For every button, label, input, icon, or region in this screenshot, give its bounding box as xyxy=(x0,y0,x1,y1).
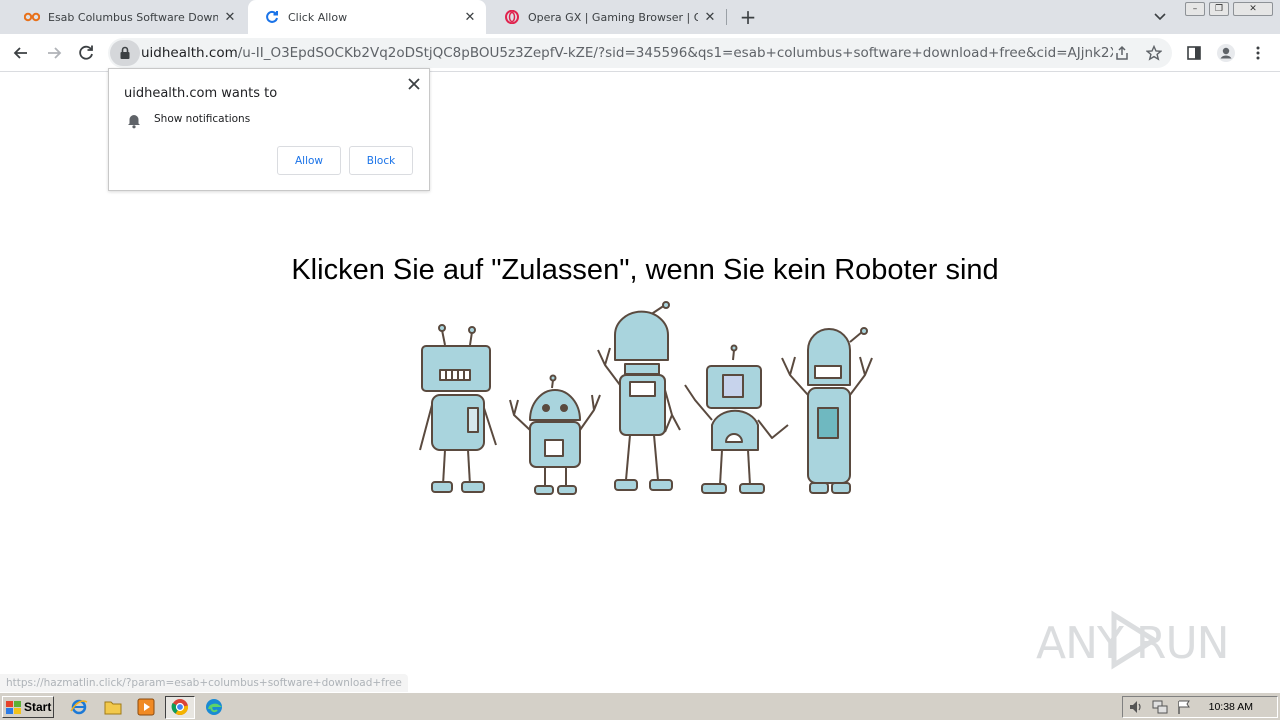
tab-esab-columbus[interactable]: Esab Columbus Software Download F ✕ xyxy=(8,0,246,34)
windows-flag-icon xyxy=(6,700,21,714)
taskbar-clock: 10:38 AM xyxy=(1208,701,1253,713)
more-menu-icon[interactable] xyxy=(1245,40,1271,66)
chrome-icon[interactable] xyxy=(171,698,189,716)
start-label: Start xyxy=(24,700,52,714)
forward-arrow-icon xyxy=(48,47,62,59)
tab-title: Esab Columbus Software Download F xyxy=(48,10,218,24)
volume-icon[interactable] xyxy=(1127,698,1145,716)
browser-toolbar: uidhealth.com/u-II_O3EpdSOCKb2Vq2oDStjQC… xyxy=(0,34,1280,72)
forward-button[interactable] xyxy=(41,40,67,66)
allow-button[interactable]: Allow xyxy=(277,146,341,175)
robot-2 xyxy=(509,374,601,495)
start-button[interactable]: Start xyxy=(2,696,54,718)
robot-3 xyxy=(597,301,681,491)
robot-1 xyxy=(419,324,497,493)
close-window-button[interactable]: ✕ xyxy=(1233,2,1273,16)
restore-window-button[interactable]: ❐ xyxy=(1209,2,1229,16)
network-icon[interactable] xyxy=(1151,698,1169,716)
tab-search-chevron-icon[interactable] xyxy=(1150,8,1170,26)
glasses-favicon-icon xyxy=(24,9,40,25)
tab-opera-gx[interactable]: Opera GX | Gaming Browser | Opera ✕ xyxy=(488,0,726,34)
tab-separator xyxy=(726,9,727,25)
media-player-icon[interactable] xyxy=(137,698,155,716)
prompt-title: uidhealth.com wants to xyxy=(124,86,278,101)
windows-taskbar: Start 10:38 AM xyxy=(0,692,1280,720)
edge-icon[interactable] xyxy=(205,698,223,716)
lock-icon[interactable] xyxy=(110,40,140,66)
bookmark-star-icon[interactable] xyxy=(1143,42,1165,64)
tab-title: Click Allow xyxy=(288,10,348,24)
tab-title: Opera GX | Gaming Browser | Opera xyxy=(528,10,698,24)
back-arrow-icon xyxy=(13,47,27,59)
close-prompt-icon[interactable] xyxy=(405,75,423,93)
status-hover-url: https://hazmatlin.click/?param=esab+colu… xyxy=(0,674,408,692)
profile-avatar-icon[interactable] xyxy=(1213,40,1239,66)
action-center-flag-icon[interactable] xyxy=(1175,698,1193,716)
robots-illustration xyxy=(419,301,873,495)
address-bar[interactable]: uidhealth.com/u-II_O3EpdSOCKb2Vq2oDStjQC… xyxy=(108,38,1172,68)
tab-strip: Esab Columbus Software Download F ✕ Clic… xyxy=(0,0,1280,34)
notification-permission-prompt: uidhealth.com wants to Show notification… xyxy=(108,68,430,191)
close-tab-icon[interactable]: ✕ xyxy=(702,9,718,25)
robot-5 xyxy=(781,327,873,494)
play-triangle-icon xyxy=(1111,610,1159,670)
loading-refresh-icon xyxy=(264,9,280,25)
file-explorer-icon[interactable] xyxy=(104,698,122,716)
bell-icon xyxy=(126,113,142,129)
reload-icon xyxy=(79,45,93,60)
back-button[interactable] xyxy=(8,40,34,66)
url-path: /u-II_O3EpdSOCKb2Vq2oDStjQC8pBOU5z3ZepfV… xyxy=(237,45,1113,61)
url-host: uidhealth.com xyxy=(141,45,238,61)
system-tray: 10:38 AM xyxy=(1122,696,1278,718)
opera-logo-icon xyxy=(504,9,520,25)
reload-button[interactable] xyxy=(73,40,99,66)
close-tab-icon[interactable]: ✕ xyxy=(222,9,238,25)
internet-explorer-icon[interactable] xyxy=(70,698,88,716)
block-button[interactable]: Block xyxy=(349,146,413,175)
address-url[interactable]: uidhealth.com/u-II_O3EpdSOCKb2Vq2oDStjQC… xyxy=(141,38,1113,68)
close-tab-icon[interactable]: ✕ xyxy=(462,9,478,25)
anyrun-watermark: ANY RUN xyxy=(1036,608,1236,670)
side-panel-icon[interactable] xyxy=(1181,40,1207,66)
share-icon[interactable] xyxy=(1111,42,1133,64)
tab-click-allow[interactable]: Click Allow ✕ xyxy=(248,0,486,34)
page-headline: Klicken Sie auf "Zulassen", wenn Sie kei… xyxy=(291,254,999,286)
permission-item-label: Show notifications xyxy=(154,113,251,125)
minimize-window-button[interactable]: – xyxy=(1185,2,1205,16)
robot-4 xyxy=(684,344,789,494)
new-tab-button[interactable]: + xyxy=(736,5,760,29)
